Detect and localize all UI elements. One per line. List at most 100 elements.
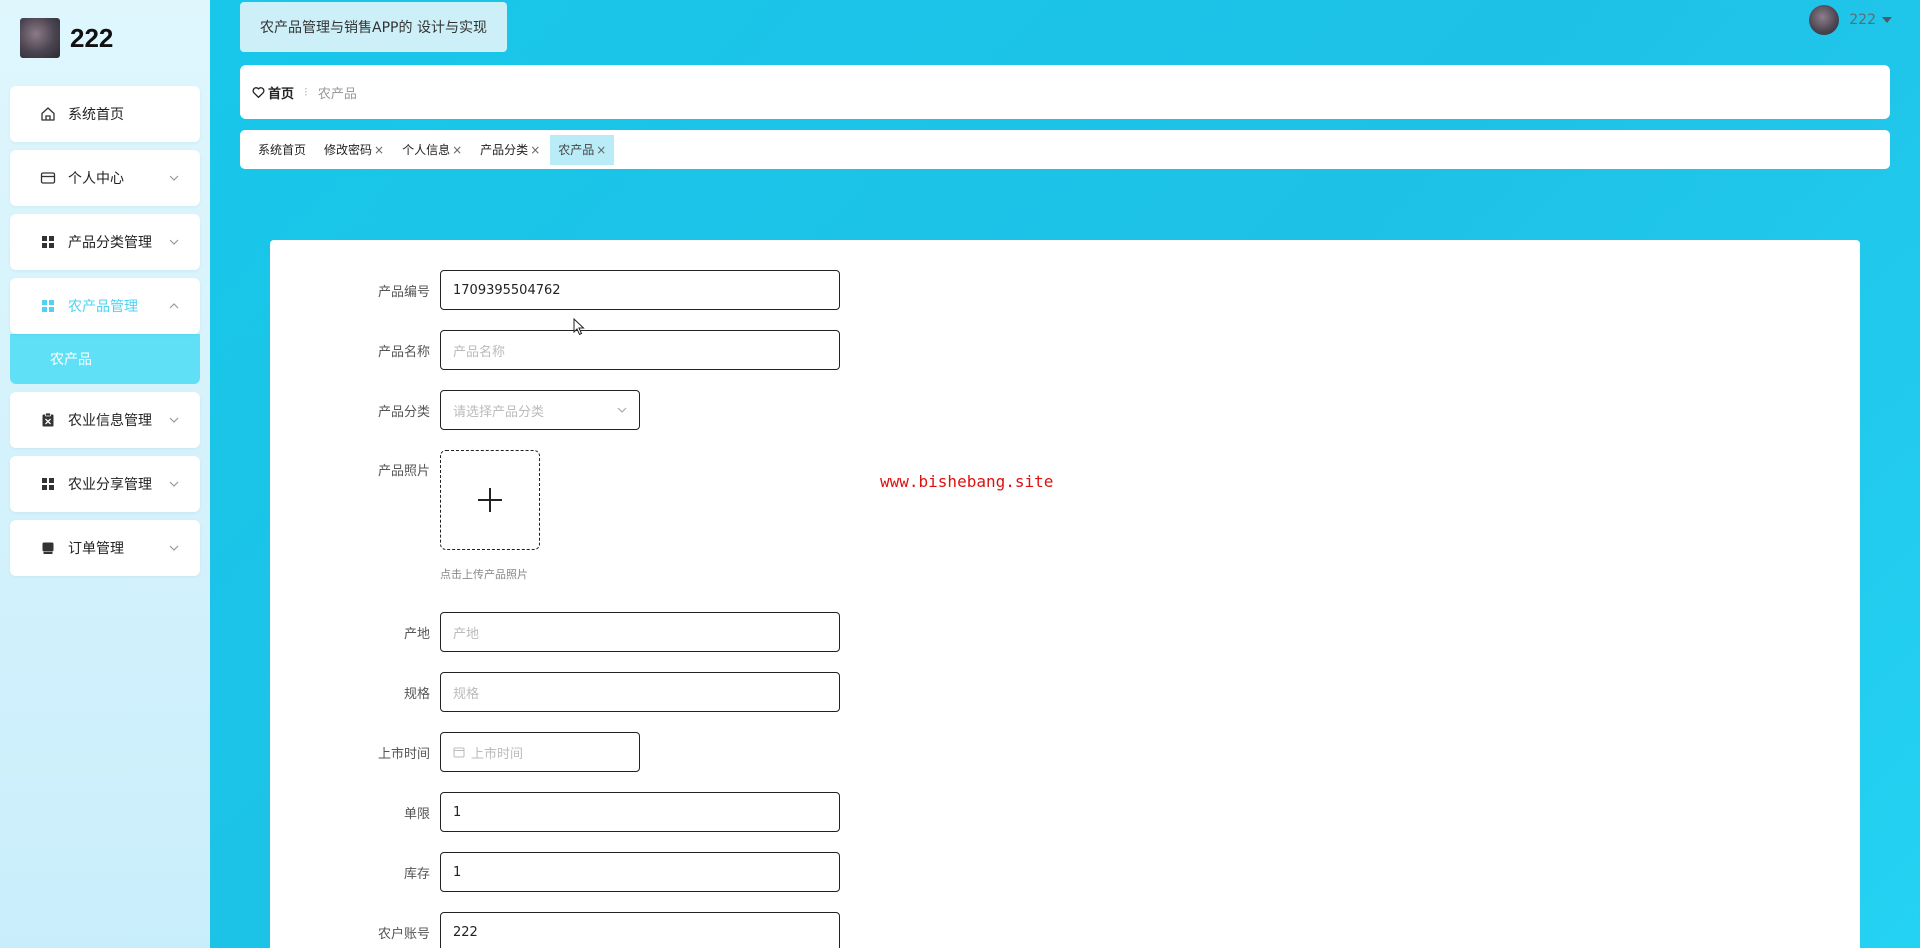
form-row-category: 产品分类 请选择产品分类 (270, 390, 640, 430)
card-icon (40, 170, 56, 186)
submenu: 农产品 (10, 334, 200, 384)
brand-name: 222 (70, 22, 114, 53)
form-row-origin: 产地 产地 (270, 612, 840, 652)
grid-icon (40, 476, 56, 492)
grid-icon (40, 298, 56, 314)
field-label: 产品名称 (377, 344, 430, 360)
origin-input[interactable]: 产地 (440, 612, 840, 652)
breadcrumb-home[interactable]: 首页 (252, 83, 294, 102)
grid-icon (40, 234, 56, 250)
breadcrumb-home-label: 首页 (268, 86, 295, 102)
tag-label: 个人信息 (402, 143, 451, 157)
sidebar-item-product[interactable]: 农产品管理 (10, 278, 200, 334)
home-icon (40, 106, 56, 122)
box-icon (40, 540, 56, 556)
tag-label: 系统首页 (258, 143, 307, 157)
tags-bar: 系统首页 修改密码 × 个人信息 × 产品分类 × 农产品 × (240, 130, 1890, 169)
date-placeholder: 上市时间 (471, 746, 524, 762)
sidebar-item-label: 农业分享管理 (68, 477, 152, 493)
sidebar-item-label: 系统首页 (68, 107, 124, 123)
form-row-stock: 库存 1 (270, 852, 840, 892)
form-row-spec: 规格 规格 (270, 672, 840, 712)
stock-value: 1 (453, 864, 462, 880)
code-value: 1709395504762 (453, 282, 561, 298)
breadcrumb-current: 农产品 (317, 86, 357, 102)
plus-icon (478, 488, 502, 512)
brand: 222 (20, 18, 113, 58)
heart-icon (252, 86, 265, 98)
tag-password[interactable]: 修改密码 × (316, 135, 392, 165)
field-label: 单限 (403, 806, 430, 822)
sidebar-item-label: 订单管理 (68, 541, 124, 557)
chevron-down-icon (169, 545, 179, 551)
chevron-down-icon (169, 417, 179, 423)
avatar (20, 18, 60, 58)
stock-input[interactable]: 1 (440, 852, 840, 892)
field-label: 产品编号 (377, 284, 430, 300)
clipboard-icon (40, 412, 56, 428)
user-avatar (1809, 5, 1840, 35)
close-icon[interactable]: × (374, 143, 384, 157)
sidebar-item-home[interactable]: 系统首页 (10, 86, 200, 142)
tag-label: 产品分类 (480, 143, 529, 157)
form-panel: 产品编号 1709395504762 产品名称 产品名称 产品分类 请选择产品分… (270, 240, 1860, 948)
close-icon[interactable]: × (596, 143, 606, 157)
sidebar-item-category[interactable]: 产品分类管理 (10, 214, 200, 270)
sidebar-menu: 系统首页 个人中心 产品分类管理 农产品管理 农产品 农业信息管理 农业分享管理… (10, 86, 200, 584)
tag-profile[interactable]: 个人信息 × (394, 135, 470, 165)
sidebar-item-agri-info[interactable]: 农业信息管理 (10, 392, 200, 448)
tag-product[interactable]: 农产品 × (550, 134, 615, 165)
sidebar-item-agri-share[interactable]: 农业分享管理 (10, 456, 200, 512)
close-icon[interactable]: × (530, 143, 540, 157)
user-menu[interactable]: 222 (1809, 4, 1892, 36)
submenu-item-product[interactable]: 农产品 (10, 334, 200, 384)
form-row-date: 上市时间 上市时间 (270, 732, 640, 772)
field-label: 库存 (403, 866, 430, 882)
field-label: 产品分类 (377, 404, 430, 420)
form-row-code: 产品编号 1709395504762 (270, 270, 840, 310)
origin-placeholder: 产地 (453, 626, 480, 642)
farmer-input[interactable]: 222 (440, 912, 840, 948)
name-placeholder: 产品名称 (453, 344, 506, 360)
watermark: www.bishebang.site (880, 472, 1054, 491)
form-row-limit: 单限 1 (270, 792, 840, 832)
field-label: 农户账号 (377, 926, 430, 942)
tag-category[interactable]: 产品分类 × (472, 135, 548, 165)
chevron-down-icon (169, 175, 179, 181)
mouse-cursor-icon (573, 318, 585, 336)
photo-upload-wrap: 点击上传产品照片 (440, 450, 540, 582)
breadcrumb: 首页 ⁝ 农产品 (240, 65, 1890, 119)
app-title: 农产品管理与销售APP的 设计与实现 (240, 2, 507, 52)
limit-input[interactable]: 1 (440, 792, 840, 832)
tag-home[interactable]: 系统首页 (250, 135, 314, 165)
sidebar-item-label: 农产品管理 (68, 299, 138, 315)
sidebar-item-label: 农业信息管理 (68, 413, 152, 429)
photo-upload-button[interactable] (440, 450, 540, 550)
close-icon[interactable]: × (452, 143, 462, 157)
upload-tip: 点击上传产品照片 (440, 568, 528, 581)
field-label: 上市时间 (377, 746, 430, 762)
chevron-down-icon (169, 481, 179, 487)
form-row-photo: 产品照片 点击上传产品照片 (270, 450, 540, 582)
chevron-up-icon (169, 303, 179, 309)
calendar-icon (453, 747, 465, 758)
form-row-farmer: 农户账号 222 (270, 912, 840, 948)
date-picker[interactable]: 上市时间 (440, 732, 640, 772)
chevron-down-icon (169, 239, 179, 245)
sidebar-item-personal[interactable]: 个人中心 (10, 150, 200, 206)
category-select[interactable]: 请选择产品分类 (440, 390, 640, 430)
sidebar-item-orders[interactable]: 订单管理 (10, 520, 200, 576)
user-name: 222 (1849, 12, 1876, 28)
name-input[interactable]: 产品名称 (440, 330, 840, 370)
limit-value: 1 (453, 804, 462, 820)
field-label: 产品照片 (377, 464, 430, 479)
form-row-name: 产品名称 产品名称 (270, 330, 840, 370)
caret-down-icon (1882, 17, 1892, 23)
code-input[interactable]: 1709395504762 (440, 270, 840, 310)
tag-label: 农产品 (558, 143, 595, 157)
sidebar-item-label: 个人中心 (68, 171, 124, 187)
sidebar-item-label: 产品分类管理 (68, 235, 152, 251)
spec-input[interactable]: 规格 (440, 672, 840, 712)
tag-label: 修改密码 (324, 143, 373, 157)
chevron-down-icon (617, 407, 627, 413)
